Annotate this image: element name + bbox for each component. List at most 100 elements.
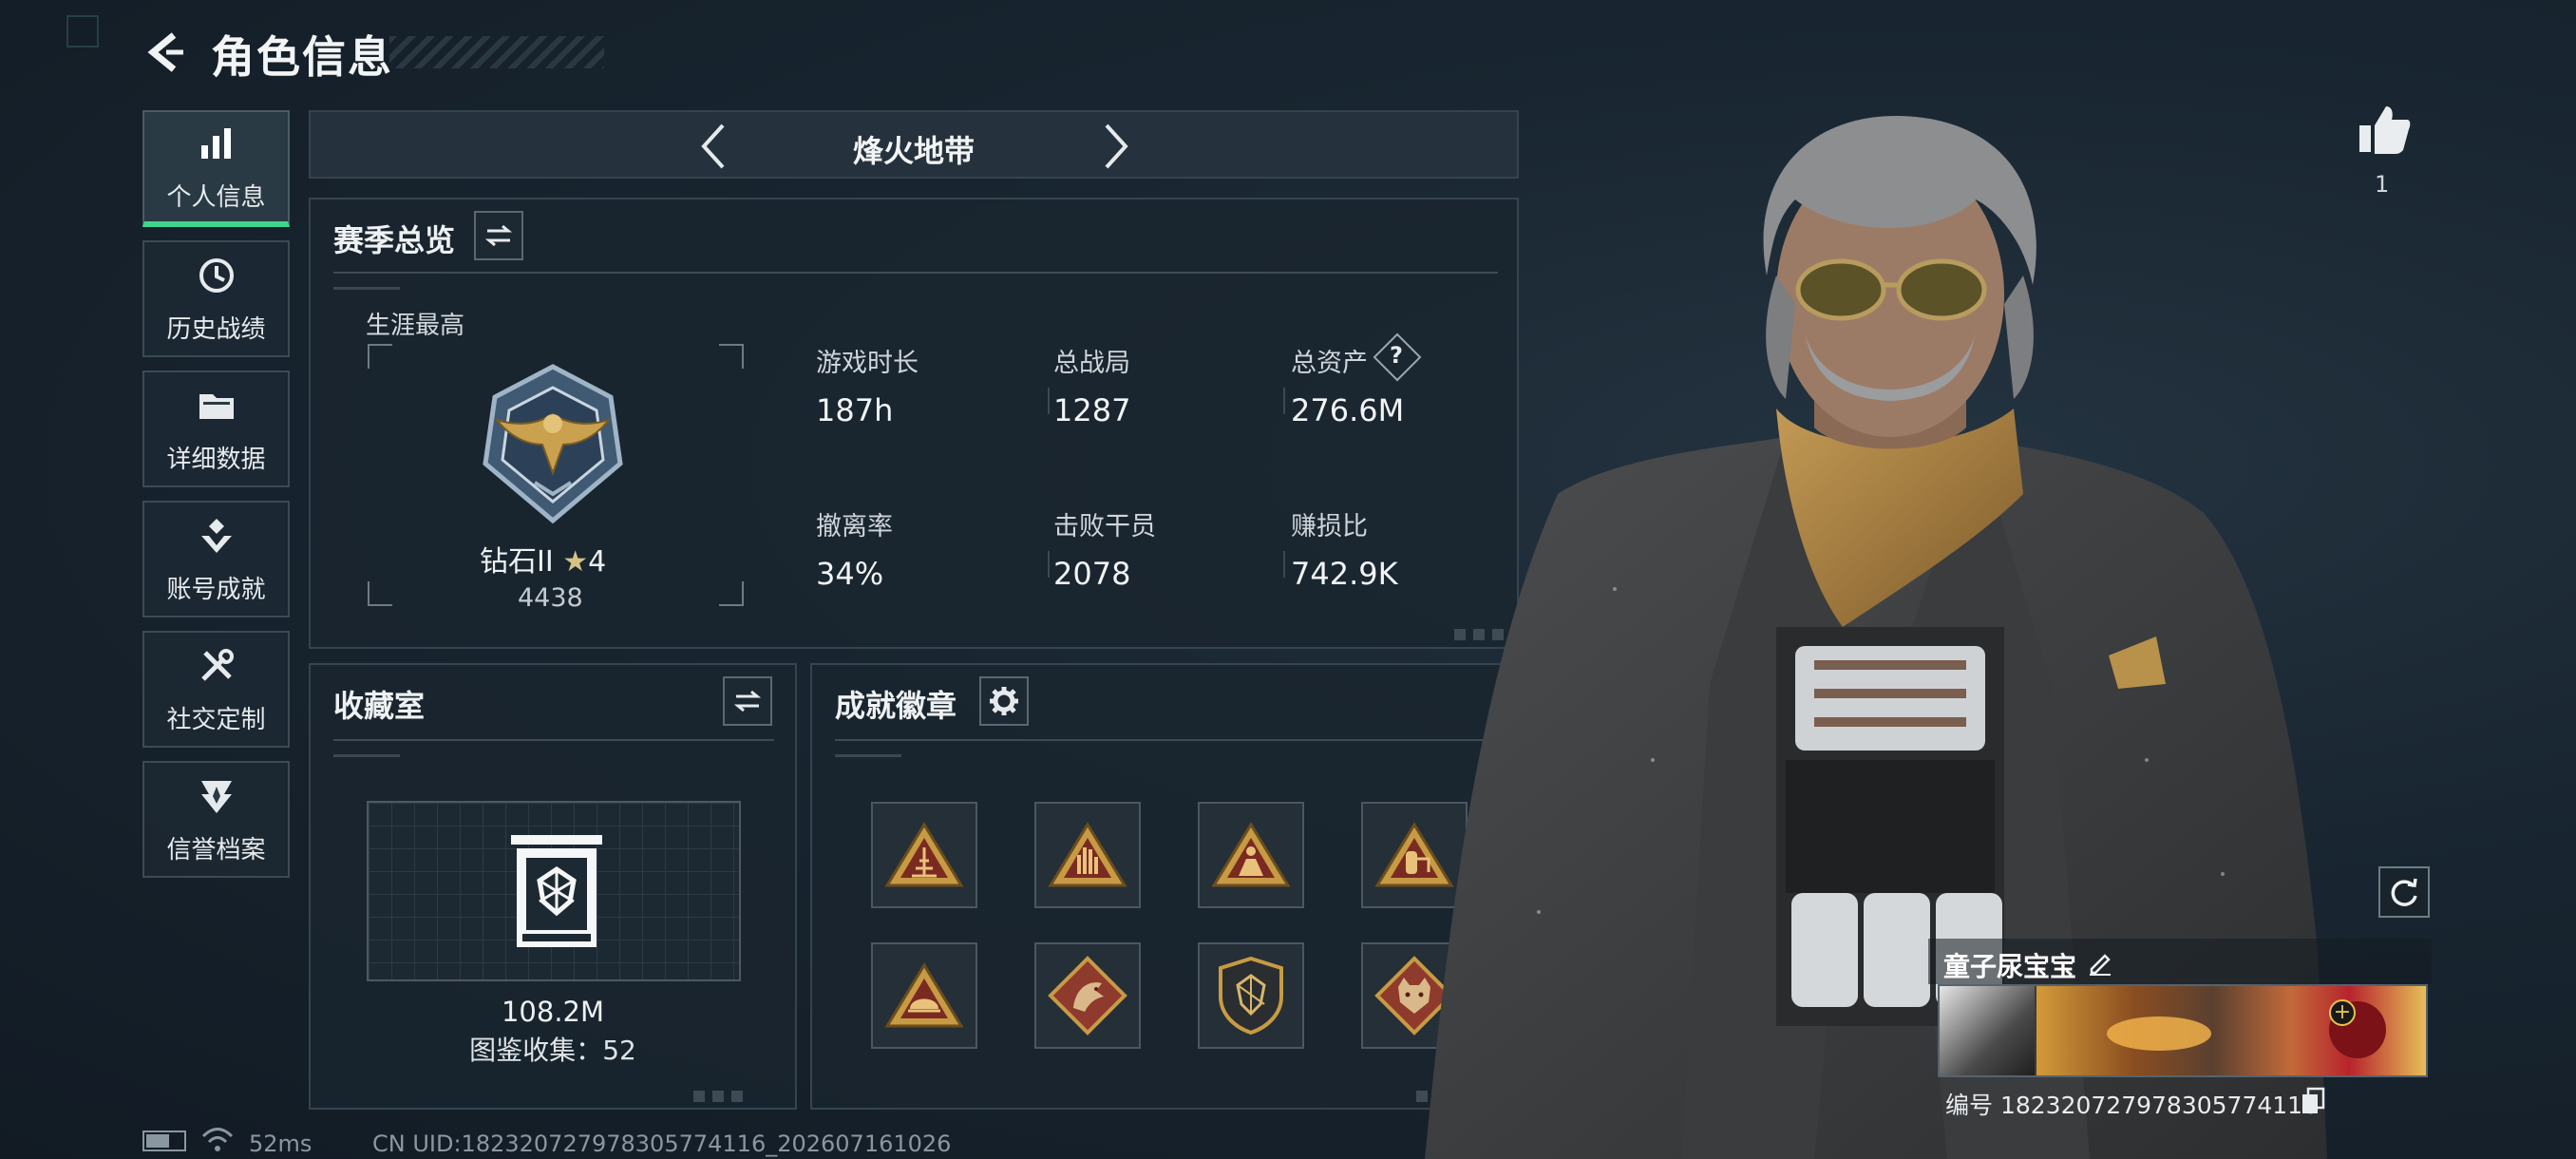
mode-next-button[interactable] [1089,120,1143,173]
gear-icon [990,687,1018,715]
sidebar-item-history[interactable]: 历史战绩 [142,240,290,357]
corner-decoration [66,15,99,48]
catalog-count: 52 [602,1035,636,1066]
divider [1048,388,1050,414]
collection-display[interactable] [367,801,741,981]
divider [333,739,774,741]
triangle-structure-badge-icon [884,822,964,887]
catalog-label: 图鉴收集： [469,1035,603,1066]
stat-value: 1287 [1053,392,1131,428]
name-card-art [2107,1016,2211,1051]
sidebar-item-detailed-data[interactable]: 详细数据 [142,370,290,487]
collection-value: 108.2M [501,996,605,1028]
folder-icon [194,383,239,428]
diamond-dragon-badge-icon [1048,956,1127,1036]
player-card-banner[interactable]: + [1938,984,2428,1077]
chevron-right-icon [1105,124,1128,169]
mode-name: 烽火地带 [852,133,975,169]
ping-text: 52ms [249,1130,313,1157]
avatar [1940,986,2035,1075]
divider [1048,551,1050,578]
sidebar-item-social[interactable]: 社交定制 [142,631,290,748]
stat-play-time: 游戏时长 187h [816,342,919,428]
player-id-label: 编号 [1945,1092,1994,1119]
stat-value: 34% [816,556,884,592]
stat-label: 游戏时长 [816,349,919,378]
sidebar-item-personal-info[interactable]: 个人信息 [142,110,290,227]
triangle-figure-badge-icon [1211,822,1291,887]
shield-gem-badge-icon [1219,956,1283,1036]
rank-stars: 4 [588,545,607,579]
divider [333,272,1498,274]
achievement-badge[interactable] [1034,942,1141,1049]
stat-label: 击败干员 [1053,512,1156,542]
frame-corner [368,581,392,606]
sidebar-item-label: 账号成就 [166,576,266,604]
back-button[interactable] [141,27,192,78]
divider [333,754,400,757]
frame-corner [368,344,392,369]
page-title: 角色信息 [211,31,393,83]
wifi-icon [201,1128,234,1151]
achievement-badge[interactable] [871,802,977,908]
achievement-badge[interactable] [1198,942,1304,1049]
sidebar-item-credit[interactable]: 信誉档案 [142,761,290,878]
sidebar-item-achievements[interactable]: 账号成就 [142,501,290,618]
stat-label: 总战局 [1053,349,1130,378]
divider [1283,551,1285,578]
stat-operators-defeated: 击败干员 2078 [1053,505,1156,592]
swap-arrows-icon [484,224,513,247]
player-name: 童子尿宝宝 [1943,951,2077,982]
history-clock-icon [194,253,239,298]
sidebar-item-label: 详细数据 [166,446,266,474]
battery-icon [142,1130,186,1151]
divider [333,287,400,290]
achievement-badge[interactable] [1034,802,1141,908]
vault-display-icon [511,835,602,947]
refresh-button[interactable] [2378,866,2430,918]
mode-selector: 烽火地带 [309,110,1519,179]
divider [1283,388,1285,414]
achievement-badge[interactable] [1198,802,1304,908]
swap-arrows-icon [733,690,762,712]
rank-score: 4438 [518,583,583,613]
stat-total-matches: 总战局 1287 [1053,342,1130,428]
season-overview-title: 赛季总览 [333,222,456,258]
triangle-hand-badge-icon [1048,822,1127,887]
player-id: 编号 1823207279783057741​16 [1945,1087,2318,1121]
achievement-medal-icon [194,513,239,559]
achievements-settings-button[interactable] [979,676,1029,726]
thumbs-up-icon[interactable] [2356,101,2413,158]
achievements-title: 成就徽章 [835,688,957,724]
achievement-badge[interactable] [871,942,977,1049]
triangle-helmet-badge-icon [884,962,964,1028]
stat-value: 2078 [1053,556,1131,592]
refresh-icon [2391,878,2417,906]
catalog-collection: 图鉴收集：52 [309,1030,797,1068]
frame-corner [719,344,744,369]
sidebar-item-label: 信誉档案 [166,836,266,864]
sidebar-item-label: 历史战绩 [166,315,266,344]
edit-pencil-icon[interactable] [2086,948,2114,977]
panel-decoration [693,1091,747,1102]
tools-icon [194,643,239,689]
copy-icon[interactable] [2301,1087,2325,1115]
season-switch-button[interactable] [474,211,523,260]
career-high-label: 生涯最高 [366,312,465,340]
divider [835,754,901,757]
season-overview-panel: 赛季总览 生涯最高 钻石II ★4 4438 游戏时长 187h 总战局 128… [309,198,1519,649]
rank-emblem-icon [483,364,623,524]
shield-emblem-icon [194,773,239,819]
uid-text: CN UID:182320727978305774116_20260716102… [372,1130,952,1157]
back-arrow-icon [147,32,183,72]
rank-name: 钻石II [480,545,554,579]
sidebar-item-label: 社交定制 [166,706,266,734]
player-id-value: 1823207279783057741​16 [1999,1092,2318,1119]
collection-switch-button[interactable] [723,676,772,726]
bar-chart-icon [194,121,239,166]
collection-title: 收藏室 [333,688,426,724]
title-decoration [389,36,604,68]
add-icon[interactable]: + [2329,999,2356,1026]
stat-label: 撤离率 [816,512,893,542]
sidebar-item-label: 个人信息 [166,183,266,212]
